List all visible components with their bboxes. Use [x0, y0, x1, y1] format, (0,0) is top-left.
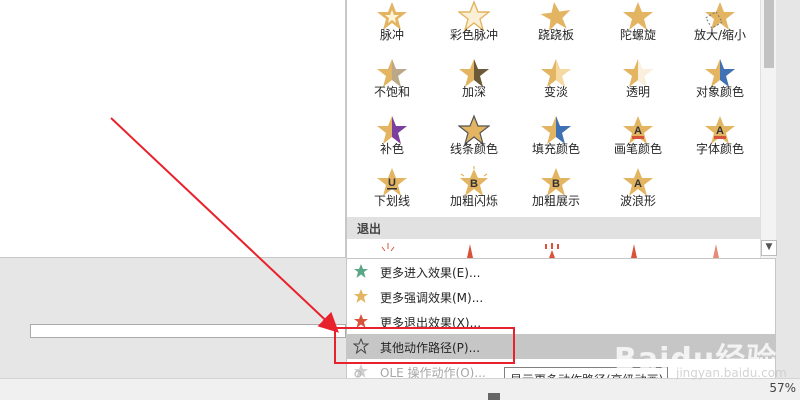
effect-fill-color[interactable]: 填充颜色	[515, 114, 597, 171]
notes-strip	[0, 262, 346, 324]
exit-star-icon	[467, 244, 473, 258]
effect-label: 对象颜色	[695, 85, 744, 99]
status-bar	[0, 378, 800, 400]
effect-label: 波浪形	[619, 194, 656, 208]
effect-wave[interactable]: A 波浪形	[597, 166, 679, 223]
exit-section-header: 退出	[347, 217, 761, 239]
effect-label: 脉冲	[379, 28, 404, 42]
effect-label: 透明	[625, 85, 650, 99]
effect-label: 跷跷板	[537, 28, 574, 42]
svg-text:B: B	[552, 178, 560, 190]
effect-font-color[interactable]: A 字体颜色	[679, 114, 761, 171]
exit-star-icon	[713, 244, 719, 258]
effect-underline[interactable]: U 下划线	[351, 166, 433, 223]
slide-editing-area	[0, 0, 346, 262]
effect-label: 加粗展示	[531, 194, 580, 208]
effect-spin[interactable]: 陀螺旋	[597, 0, 679, 57]
svg-text:A: A	[634, 125, 642, 137]
effect-label: 陀螺旋	[619, 28, 656, 42]
effect-bold-reveal[interactable]: B 加粗展示	[515, 166, 597, 223]
effect-teeter[interactable]: 跷跷板	[515, 0, 597, 57]
effect-label: 补色	[379, 142, 404, 156]
zoom-slider-thumb[interactable]	[488, 393, 500, 400]
star-gold-icon	[354, 289, 368, 303]
effect-pulse[interactable]: 脉冲	[351, 0, 433, 57]
menu-item-more-emphasis-effects[interactable]: 更多强调效果(M)...	[347, 284, 775, 309]
effect-brush-color[interactable]: A 画笔颜色	[597, 114, 679, 171]
star-green-icon	[354, 264, 368, 278]
effect-color-pulse[interactable]: 彩色脉冲	[433, 0, 515, 57]
effect-darken[interactable]: 加深	[433, 57, 515, 114]
svg-text:B: B	[470, 178, 478, 190]
exit-star-icon	[381, 243, 395, 252]
scroll-down-arrow-icon[interactable]: ▼	[761, 240, 777, 256]
effect-label: 不饱和	[373, 85, 410, 99]
effect-label: 彩色脉冲	[449, 28, 498, 42]
star-outline-icon	[353, 338, 369, 354]
effect-lighten[interactable]: 变淡	[515, 57, 597, 114]
horizontal-scrollbar[interactable]	[30, 324, 346, 338]
watermark-url: jingyan.baidu.com	[676, 366, 787, 380]
effect-desaturate[interactable]: 不饱和	[351, 57, 433, 114]
gear-star-icon	[354, 364, 368, 378]
effect-label: 线条颜色	[449, 142, 498, 156]
menu-item-more-exit-effects[interactable]: 更多退出效果(X)...	[347, 309, 775, 334]
effect-object-color[interactable]: 对象颜色	[679, 57, 761, 114]
effect-label: 加粗闪烁	[449, 194, 498, 208]
effect-label: 填充颜色	[531, 142, 580, 156]
effect-label: 字体颜色	[695, 142, 744, 156]
animation-gallery: 脉冲 彩色脉冲 跷跷板 陀螺旋 放大/缩小 不饱和 加深 变淡 透明 对象颜色 …	[346, 0, 776, 258]
effect-bold-flash[interactable]: B 加粗闪烁	[433, 166, 515, 223]
effect-grow-shrink[interactable]: 放大/缩小	[679, 0, 761, 57]
effect-complementary-color[interactable]: 补色	[351, 114, 433, 171]
effect-label: 画笔颜色	[613, 142, 662, 156]
gallery-vertical-scrollbar[interactable]: ▼	[760, 0, 777, 258]
effect-label: 加深	[461, 85, 486, 99]
effect-label: 变淡	[543, 85, 568, 99]
svg-text:A: A	[634, 178, 642, 190]
svg-text:U: U	[388, 177, 396, 189]
svg-text:A: A	[716, 125, 724, 137]
exit-star-icon	[631, 244, 637, 258]
effect-transparency[interactable]: 透明	[597, 57, 679, 114]
effect-line-color[interactable]: 线条颜色	[433, 114, 515, 171]
menu-item-more-entrance-effects[interactable]: 更多进入效果(E)...	[347, 259, 775, 284]
star-red-icon	[354, 314, 368, 328]
effect-label: 下划线	[373, 194, 410, 208]
zoom-level[interactable]: 57%	[769, 381, 796, 395]
effect-label: 放大/缩小	[693, 28, 747, 42]
slide-canvas[interactable]	[0, 0, 346, 258]
scrollbar-thumb[interactable]	[764, 0, 774, 68]
exit-effects-row	[347, 239, 761, 258]
exit-star-icon	[545, 243, 559, 258]
